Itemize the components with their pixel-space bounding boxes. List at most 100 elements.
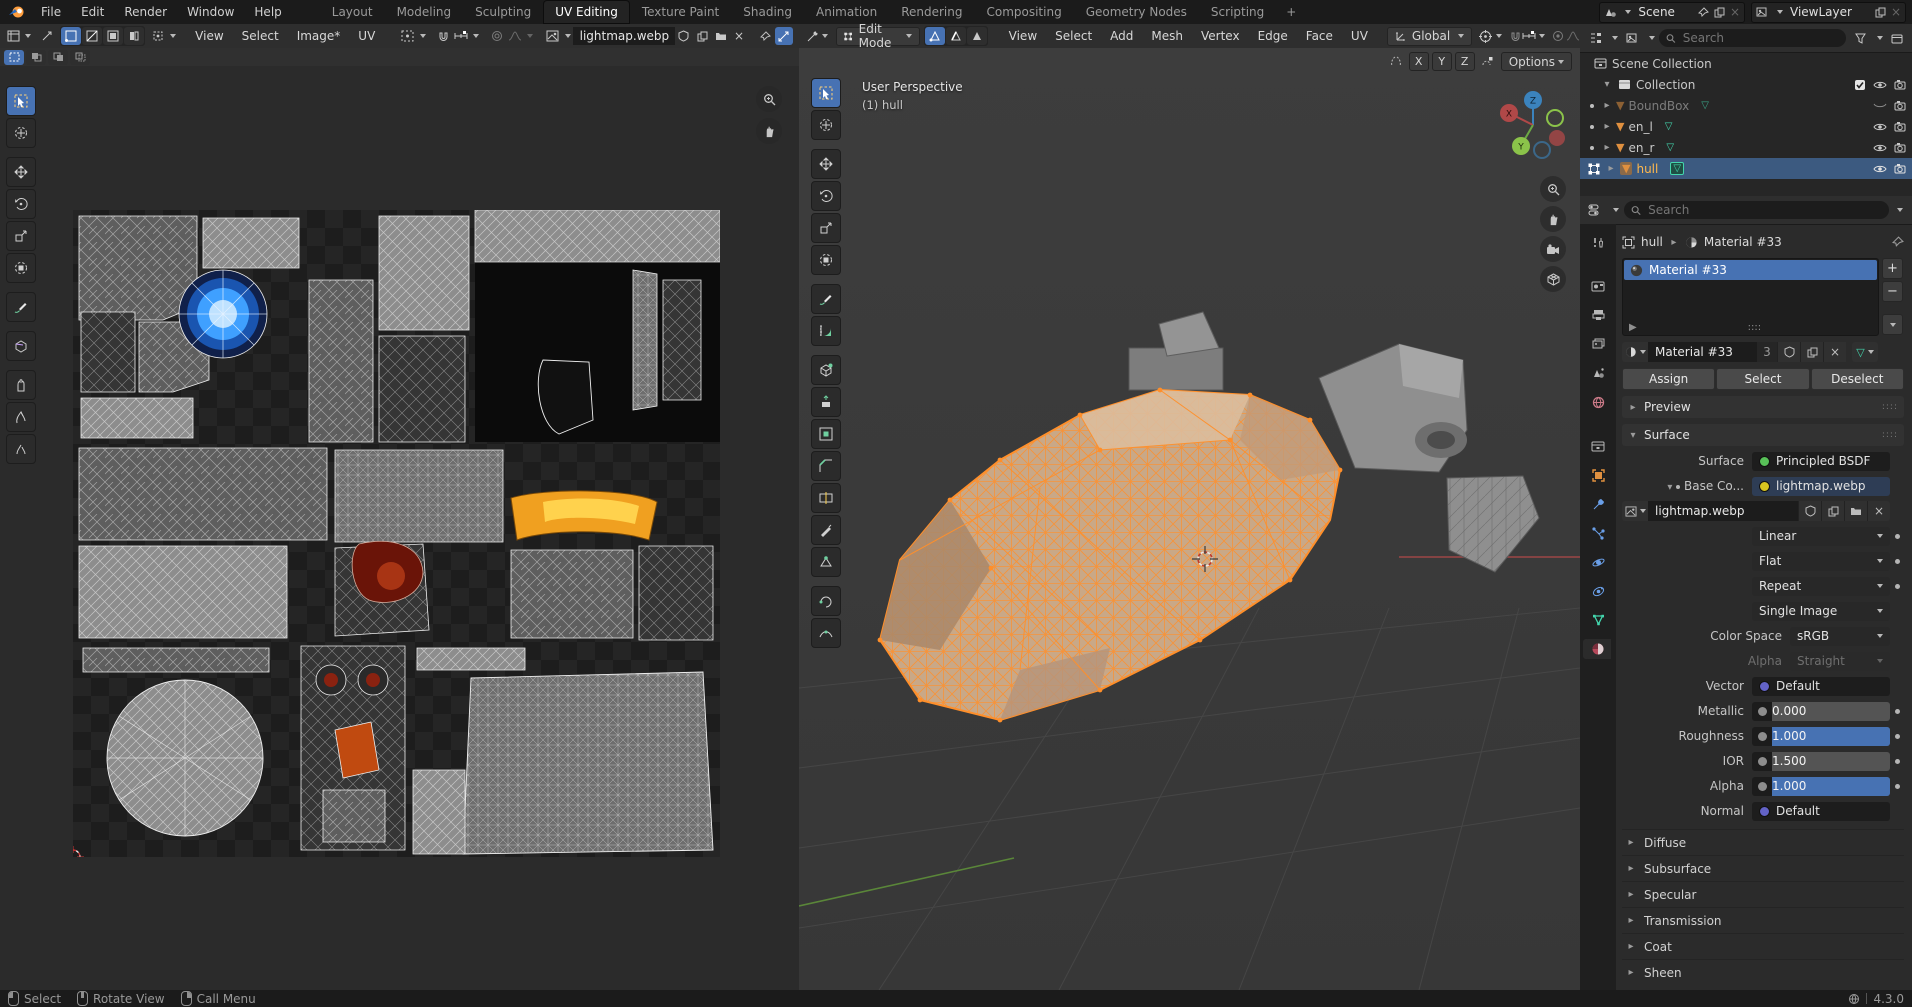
open-image-folder-icon[interactable] (711, 27, 729, 45)
expand-icon[interactable]: ▸ (1602, 121, 1612, 132)
outliner-search-input[interactable] (1681, 30, 1839, 46)
properties-search[interactable] (1624, 201, 1889, 219)
uv-tool-grab[interactable] (6, 370, 36, 400)
alpha-slider[interactable]: 1.000 (1752, 777, 1890, 796)
vp-tool-extrude-region[interactable] (811, 387, 841, 417)
tab-tool[interactable] (1585, 232, 1611, 252)
transform-orientation-selector[interactable]: Global (1387, 27, 1472, 46)
tab-world[interactable] (1585, 392, 1611, 412)
uv-canvas[interactable] (0, 66, 800, 990)
copy-material-icon[interactable] (1800, 342, 1823, 362)
roughness-socket-icon[interactable] (1752, 727, 1772, 746)
color-space-dropdown[interactable]: sRGB (1790, 627, 1890, 646)
outliner-row-collection[interactable]: ▾ Collection (1580, 74, 1912, 95)
mode-selector[interactable]: Edit Mode (836, 27, 919, 46)
expand-icon[interactable]: ▸ (1602, 100, 1612, 111)
slot-expand-icon[interactable]: ▶ (1629, 322, 1637, 333)
uv-select-vertex-button[interactable] (61, 27, 81, 45)
collapse-icon[interactable]: ▾ (1602, 79, 1612, 90)
proportional-edit-icon[interactable] (487, 27, 505, 45)
sticky-select-icon[interactable] (149, 27, 167, 45)
material-slot-row[interactable]: Material #33 (1624, 260, 1877, 280)
panel-diffuse[interactable]: ▸Diffuse (1622, 829, 1904, 855)
new-image-icon[interactable] (693, 27, 711, 45)
eye-closed-icon[interactable] (1872, 102, 1888, 110)
fake-user-shield-icon[interactable] (1777, 342, 1800, 362)
assign-button[interactable]: Assign (1622, 368, 1715, 390)
new-collection-icon[interactable] (1887, 29, 1907, 47)
ior-socket-icon[interactable] (1752, 752, 1772, 771)
vp-tool-select-box[interactable] (811, 78, 841, 108)
face-select-button[interactable] (967, 27, 987, 45)
browse-image-icon[interactable] (1622, 501, 1648, 521)
vp-tool-measure[interactable] (811, 316, 841, 346)
tab-animation[interactable]: Animation (804, 0, 889, 24)
tab-compositing[interactable]: Compositing (974, 0, 1073, 24)
metallic-socket-icon[interactable] (1752, 702, 1772, 721)
menu-help[interactable]: Help (244, 0, 291, 24)
falloff-curve-icon[interactable] (1566, 27, 1580, 45)
outliner-row-boundbox[interactable]: ▸ ▼ BoundBox ▽ (1580, 95, 1912, 116)
vp-tool-annotate[interactable] (811, 284, 841, 314)
extension-dropdown[interactable]: Repeat (1752, 577, 1890, 596)
filter-funnel-icon[interactable] (1850, 29, 1870, 47)
decorator-dot[interactable] (1895, 534, 1900, 539)
vp-menu-view[interactable]: View (1000, 24, 1046, 48)
decorator-dot[interactable] (1895, 559, 1900, 564)
expand-icon[interactable]: ▸ (1606, 163, 1616, 174)
vp-zoom-icon[interactable] (1540, 176, 1566, 202)
remove-slot-button[interactable]: − (1882, 281, 1903, 302)
tab-scene[interactable] (1585, 363, 1611, 383)
outliner-row-hull[interactable]: ▸ ▼ hull ▽ (1580, 158, 1912, 179)
tab-geometry-nodes[interactable]: Geometry Nodes (1074, 0, 1199, 24)
uv-pan-hand-icon[interactable] (756, 118, 782, 144)
edge-select-button[interactable] (946, 27, 966, 45)
proportional-edit-icon[interactable] (1551, 27, 1565, 45)
pivot-point-icon[interactable] (1478, 27, 1492, 45)
vp-tool-bevel[interactable] (811, 451, 841, 481)
uv-select-island-button[interactable] (124, 27, 144, 45)
eye-icon[interactable] (1872, 164, 1888, 174)
projection-dropdown[interactable]: Flat (1752, 552, 1890, 571)
vp-tool-transform[interactable] (811, 245, 841, 275)
vp-menu-face[interactable]: Face (1297, 24, 1342, 48)
camera-render-icon[interactable] (1892, 142, 1908, 153)
tab-particles[interactable] (1585, 523, 1611, 543)
uv-tool-cursor[interactable] (6, 118, 36, 148)
image-browse-icon[interactable] (543, 27, 561, 45)
vp-menu-add[interactable]: Add (1101, 24, 1142, 48)
select-box-new-icon[interactable] (4, 50, 24, 65)
collapse-icon[interactable]: ▾ (1667, 482, 1672, 493)
add-slot-button[interactable]: + (1882, 258, 1903, 279)
slot-specials-button[interactable] (1882, 314, 1903, 335)
uv-tool-annotate[interactable] (6, 292, 36, 322)
base-color-image-button[interactable]: lightmap.webp (1752, 477, 1890, 496)
alpha-socket-icon[interactable] (1752, 777, 1772, 796)
vp-tool-knife[interactable] (811, 515, 841, 545)
unlink-image-icon[interactable]: × (1867, 501, 1890, 521)
snap-target-icon[interactable] (452, 27, 470, 45)
tab-render[interactable] (1585, 276, 1611, 296)
uv-tool-scale[interactable] (6, 221, 36, 251)
uv-tool-relax[interactable] (6, 402, 36, 432)
pin-icon[interactable] (1698, 7, 1709, 18)
tab-constraints[interactable] (1585, 581, 1611, 601)
surface-shader-button[interactable]: Principled BSDF (1752, 452, 1890, 471)
deselect-button[interactable]: Deselect (1811, 368, 1904, 390)
breadcrumb-material[interactable]: Material #33 (1704, 235, 1782, 249)
uv-tool-rip-region[interactable] (6, 331, 36, 361)
snap-target-icon[interactable] (1522, 27, 1536, 45)
panel-coat[interactable]: ▸Coat (1622, 933, 1904, 959)
uv-tool-rotate[interactable] (6, 189, 36, 219)
copy-image-icon[interactable] (1821, 501, 1844, 521)
pin-icon[interactable] (756, 27, 774, 45)
uv-tool-pinch[interactable] (6, 434, 36, 464)
properties-search-input[interactable] (1646, 202, 1882, 218)
select-button[interactable]: Select (1716, 368, 1809, 390)
fake-user-shield-icon[interactable] (675, 27, 693, 45)
browse-material-icon[interactable] (1622, 342, 1648, 362)
decorator-dot[interactable] (1895, 734, 1900, 739)
expand-icon[interactable]: ▸ (1602, 142, 1612, 153)
tab-rendering[interactable]: Rendering (889, 0, 974, 24)
outliner-row-en-l[interactable]: ▸ ▼ en_l ▽ (1580, 116, 1912, 137)
